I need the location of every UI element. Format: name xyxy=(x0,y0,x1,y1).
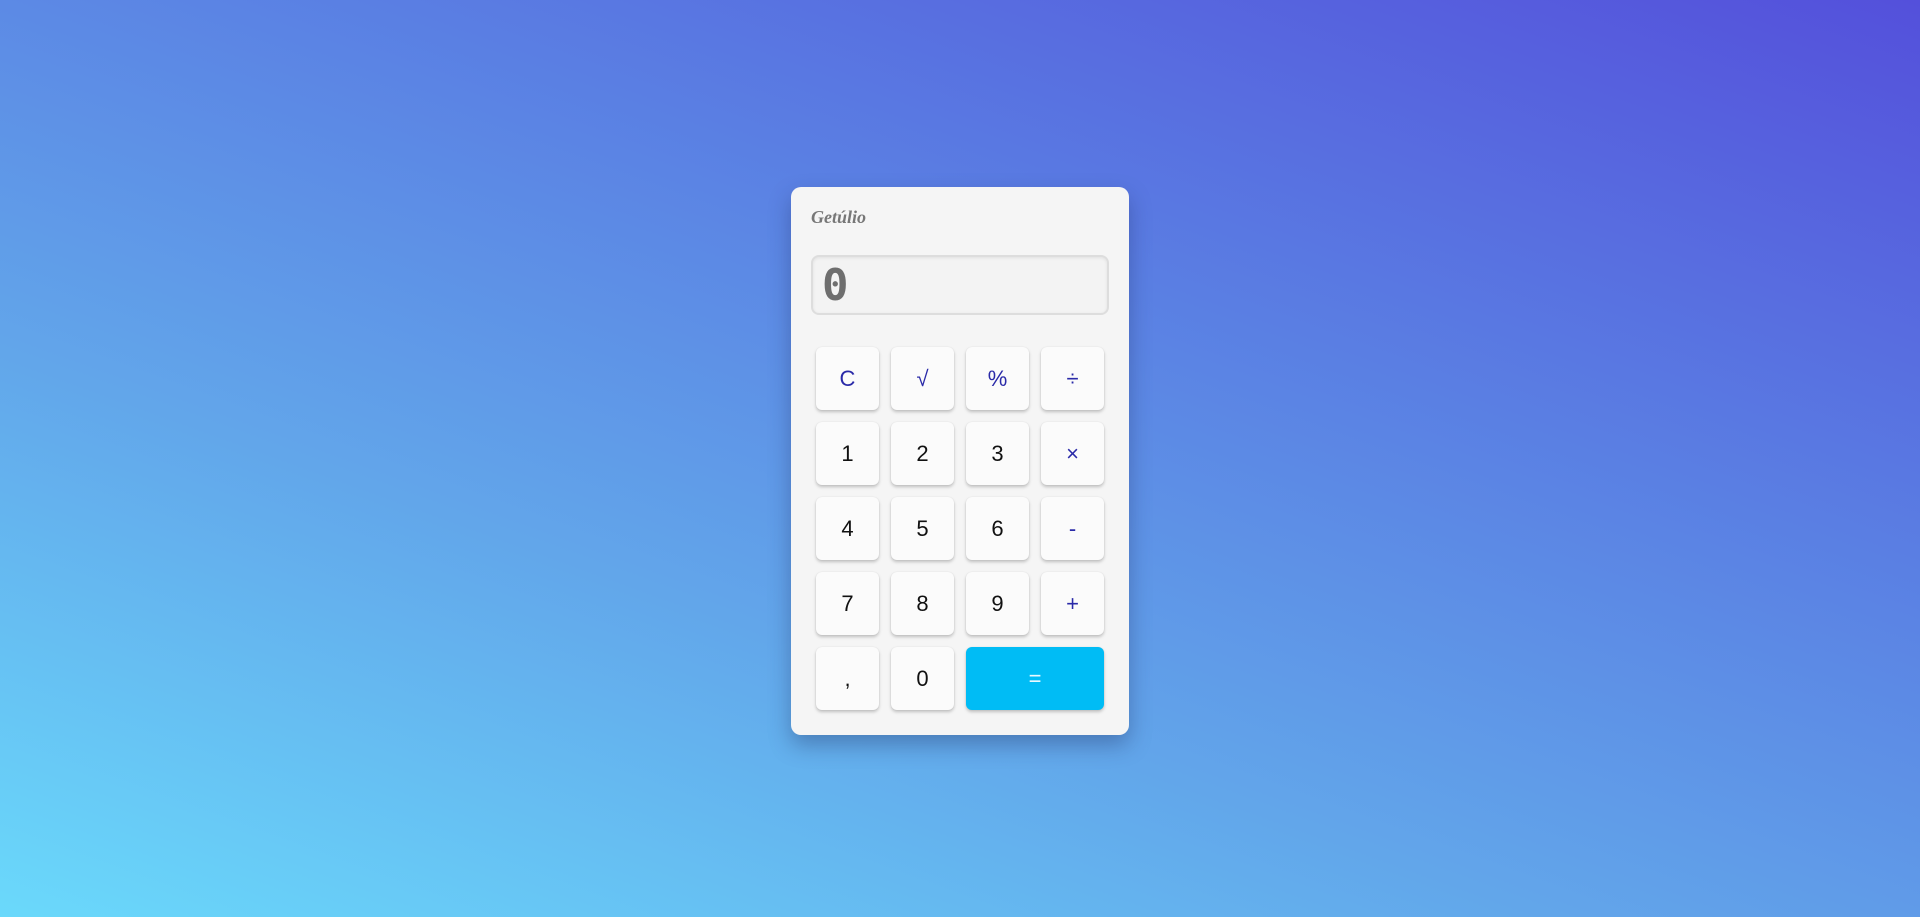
digit-3-button[interactable]: 3 xyxy=(966,422,1029,485)
decimal-comma-button[interactable]: , xyxy=(816,647,879,710)
digit-5-button[interactable]: 5 xyxy=(891,497,954,560)
digit-0-button[interactable]: 0 xyxy=(891,647,954,710)
digit-6-button[interactable]: 6 xyxy=(966,497,1029,560)
digit-2-button[interactable]: 2 xyxy=(891,422,954,485)
display-value: 0 xyxy=(822,260,851,311)
add-button[interactable]: + xyxy=(1041,572,1104,635)
percent-button[interactable]: % xyxy=(966,347,1029,410)
clear-button[interactable]: C xyxy=(816,347,879,410)
subtract-button[interactable]: - xyxy=(1041,497,1104,560)
digit-7-button[interactable]: 7 xyxy=(816,572,879,635)
keypad: C √ % ÷ 1 2 3 × 4 5 6 - 7 8 9 + , 0 = xyxy=(816,347,1106,710)
square-root-button[interactable]: √ xyxy=(891,347,954,410)
calculator: Getúlio 0 C √ % ÷ 1 2 3 × 4 5 6 - 7 8 9 … xyxy=(791,187,1129,735)
multiply-button[interactable]: × xyxy=(1041,422,1104,485)
calculator-display: 0 xyxy=(811,255,1109,315)
equals-button[interactable]: = xyxy=(966,647,1104,710)
digit-4-button[interactable]: 4 xyxy=(816,497,879,560)
divide-button[interactable]: ÷ xyxy=(1041,347,1104,410)
digit-8-button[interactable]: 8 xyxy=(891,572,954,635)
digit-9-button[interactable]: 9 xyxy=(966,572,1029,635)
digit-1-button[interactable]: 1 xyxy=(816,422,879,485)
brand-name: Getúlio xyxy=(811,207,867,227)
